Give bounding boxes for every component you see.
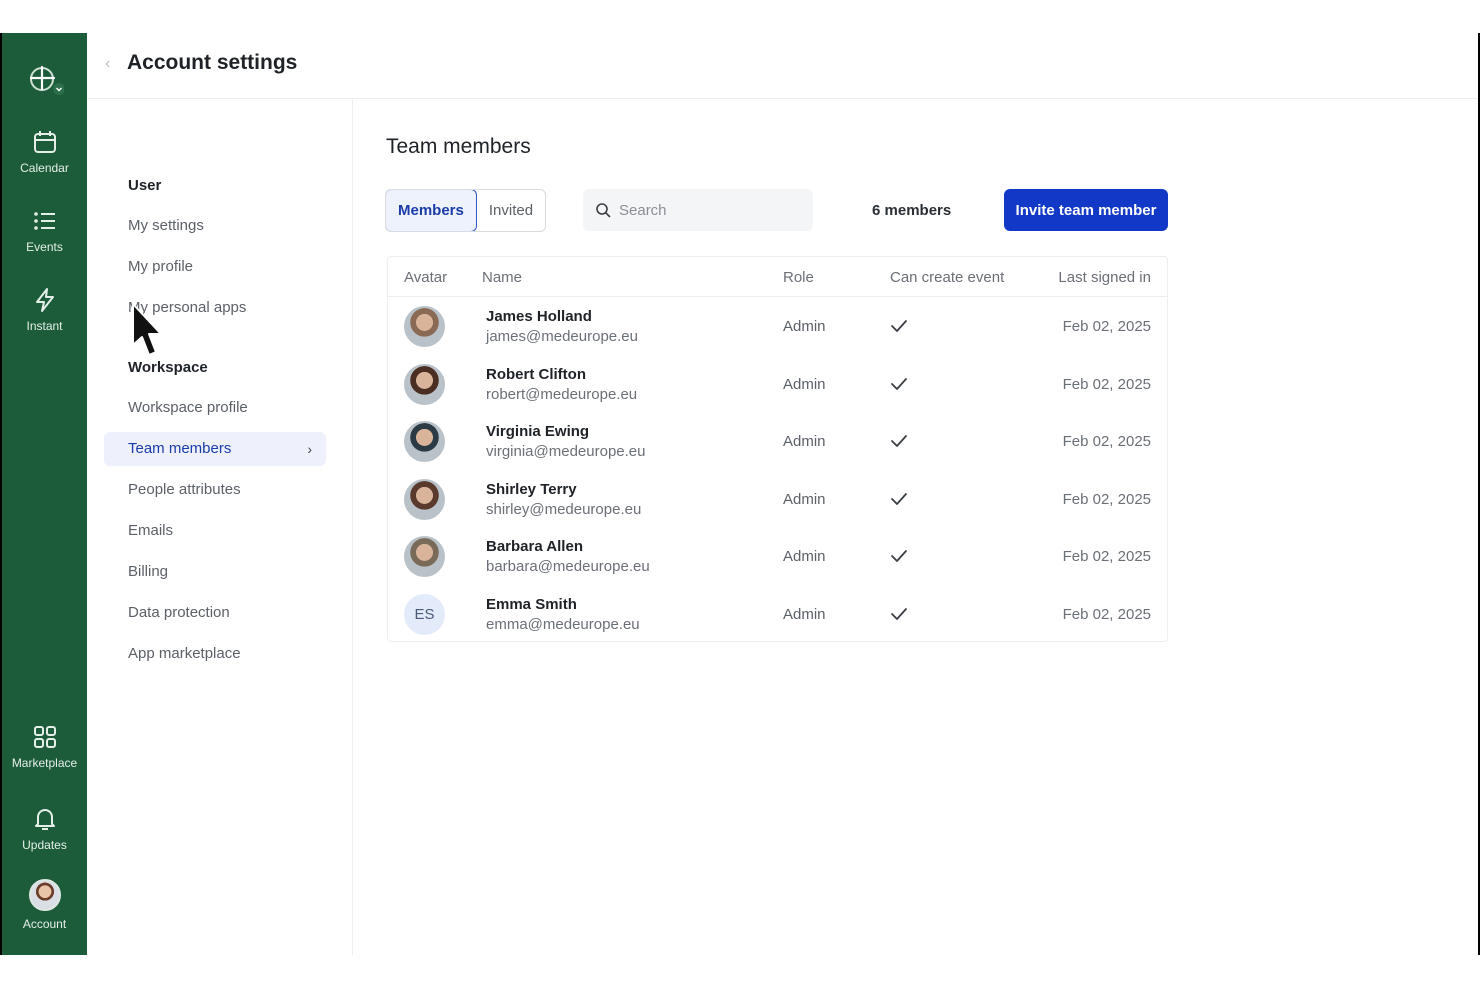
mouse-cursor-icon: [132, 303, 162, 356]
checkmark-icon: [891, 435, 907, 447]
grid-icon: [33, 726, 56, 748]
column-header-can-create-event[interactable]: Can create event: [890, 269, 1004, 286]
column-header-role[interactable]: Role: [783, 269, 814, 286]
table-row[interactable]: Barbara Allen barbara@medeurope.eu Admin…: [388, 528, 1167, 585]
nav-item-data-protection[interactable]: Data protection: [104, 596, 326, 630]
member-email: virginia@medeurope.eu: [486, 443, 646, 460]
checkmark-icon: [891, 550, 907, 562]
calendar-icon: [33, 131, 56, 153]
nav-item-billing[interactable]: Billing: [104, 555, 326, 589]
avatar: [404, 363, 445, 405]
nav-section-user: User: [128, 177, 162, 194]
checkmark-icon: [891, 377, 907, 390]
app-rail: Calendar Events Instant Marketplace Upda…: [2, 33, 87, 955]
member-name[interactable]: Virginia Ewing: [486, 423, 589, 440]
table-row[interactable]: Robert Clifton robert@medeurope.eu Admin…: [388, 356, 1167, 413]
checkmark-icon: [891, 492, 907, 505]
member-name[interactable]: James Holland: [486, 308, 592, 325]
rail-item-label: Events: [26, 240, 63, 254]
rail-item-account[interactable]: Account: [2, 879, 87, 931]
last-signed-in: Feb 02, 2025: [1062, 375, 1151, 393]
rail-item-label: Marketplace: [11, 756, 78, 770]
table-header: Avatar Name Role Can create event Last s…: [388, 257, 1167, 297]
window-frame: Calendar Events Instant Marketplace Upda…: [0, 33, 1480, 955]
app-window: Calendar Events Instant Marketplace Upda…: [2, 33, 1478, 955]
member-email: james@medeurope.eu: [486, 328, 638, 345]
rail-item-calendar[interactable]: Calendar: [2, 129, 87, 175]
avatar: [404, 478, 445, 520]
table-row[interactable]: ES Emma Smith emma@medeurope.eu Admin Fe…: [388, 586, 1167, 643]
checkmark-icon: [891, 607, 907, 620]
avatar: [28, 879, 61, 911]
avatar: [404, 306, 445, 347]
column-header-name[interactable]: Name: [482, 269, 522, 286]
nav-item-team-members[interactable]: Team members ›: [104, 432, 326, 466]
member-role: Admin: [783, 605, 826, 623]
members-tabs: Members Invited: [385, 189, 547, 232]
member-role: Admin: [783, 318, 826, 335]
member-role: Admin: [783, 490, 826, 508]
last-signed-in: Feb 02, 2025: [1062, 490, 1151, 508]
rail-item-label: Calendar: [20, 161, 69, 175]
lightning-icon: [35, 288, 54, 312]
search-icon: [596, 203, 611, 218]
workspace-logo-icon[interactable]: [24, 57, 65, 97]
avatar: ES: [404, 593, 445, 635]
rail-item-label: Account: [22, 917, 67, 931]
page-title: Account settings: [127, 51, 298, 74]
nav-item-my-settings[interactable]: My settings: [104, 209, 326, 243]
rail-item-marketplace[interactable]: Marketplace: [2, 724, 87, 770]
avatar: [404, 536, 445, 577]
search-box[interactable]: [583, 189, 813, 231]
last-signed-in: Feb 02, 2025: [1062, 605, 1151, 623]
member-count: 6 members: [872, 202, 952, 219]
member-email: emma@medeurope.eu: [486, 615, 640, 633]
member-name[interactable]: Emma Smith: [486, 596, 577, 613]
nav-item-my-profile[interactable]: My profile: [104, 250, 326, 284]
member-email: shirley@medeurope.eu: [486, 500, 642, 518]
nav-item-workspace-profile[interactable]: Workspace profile: [104, 391, 326, 425]
nav-item-people-attributes[interactable]: People attributes: [104, 473, 326, 507]
rail-item-label: Instant: [26, 319, 63, 333]
back-chevron-icon[interactable]: ‹: [105, 55, 110, 73]
tab-members[interactable]: Members: [386, 190, 477, 231]
table-row[interactable]: James Holland james@medeurope.eu Admin F…: [388, 298, 1167, 355]
member-role: Admin: [783, 548, 826, 565]
tab-invited[interactable]: Invited: [477, 190, 545, 231]
page-header: ‹ Account settings: [87, 33, 1478, 99]
table-row[interactable]: Virginia Ewing virginia@medeurope.eu Adm…: [388, 413, 1167, 470]
member-email: robert@medeurope.eu: [486, 385, 638, 403]
column-header-last-signed-in[interactable]: Last signed in: [1058, 269, 1151, 286]
avatar: [404, 421, 445, 462]
rail-item-label: Updates: [22, 838, 67, 852]
nav-item-emails[interactable]: Emails: [104, 514, 326, 548]
settings-nav: User My settings My profile My personal …: [87, 99, 353, 955]
member-name[interactable]: Robert Clifton: [486, 366, 586, 383]
members-table: Avatar Name Role Can create event Last s…: [387, 256, 1168, 642]
checkmark-icon: [891, 320, 907, 332]
member-name[interactable]: Barbara Allen: [486, 538, 583, 555]
nav-item-app-marketplace[interactable]: App marketplace: [104, 637, 326, 671]
column-header-avatar: Avatar: [404, 269, 448, 286]
rail-item-instant[interactable]: Instant: [2, 287, 87, 333]
bell-icon: [34, 809, 55, 830]
rail-item-updates[interactable]: Updates: [2, 806, 87, 852]
section-title: Team members: [386, 135, 531, 158]
member-email: barbara@medeurope.eu: [486, 558, 650, 575]
member-role: Admin: [783, 433, 826, 450]
search-input[interactable]: [619, 201, 799, 219]
member-name[interactable]: Shirley Terry: [486, 481, 577, 498]
invite-team-member-button[interactable]: Invite team member: [1004, 189, 1168, 231]
last-signed-in: Feb 02, 2025: [1062, 433, 1151, 450]
last-signed-in: Feb 02, 2025: [1062, 548, 1151, 565]
nav-section-workspace: Workspace: [128, 359, 208, 376]
nav-item-label: Team members: [128, 440, 232, 457]
chevron-right-icon: ›: [307, 441, 312, 457]
last-signed-in: Feb 02, 2025: [1062, 318, 1151, 335]
list-icon: [33, 212, 55, 230]
rail-item-events[interactable]: Events: [2, 208, 87, 254]
table-row[interactable]: Shirley Terry shirley@medeurope.eu Admin…: [388, 471, 1167, 528]
member-role: Admin: [783, 375, 826, 393]
main-content: Team members Members Invited 6 members I…: [354, 99, 1478, 955]
